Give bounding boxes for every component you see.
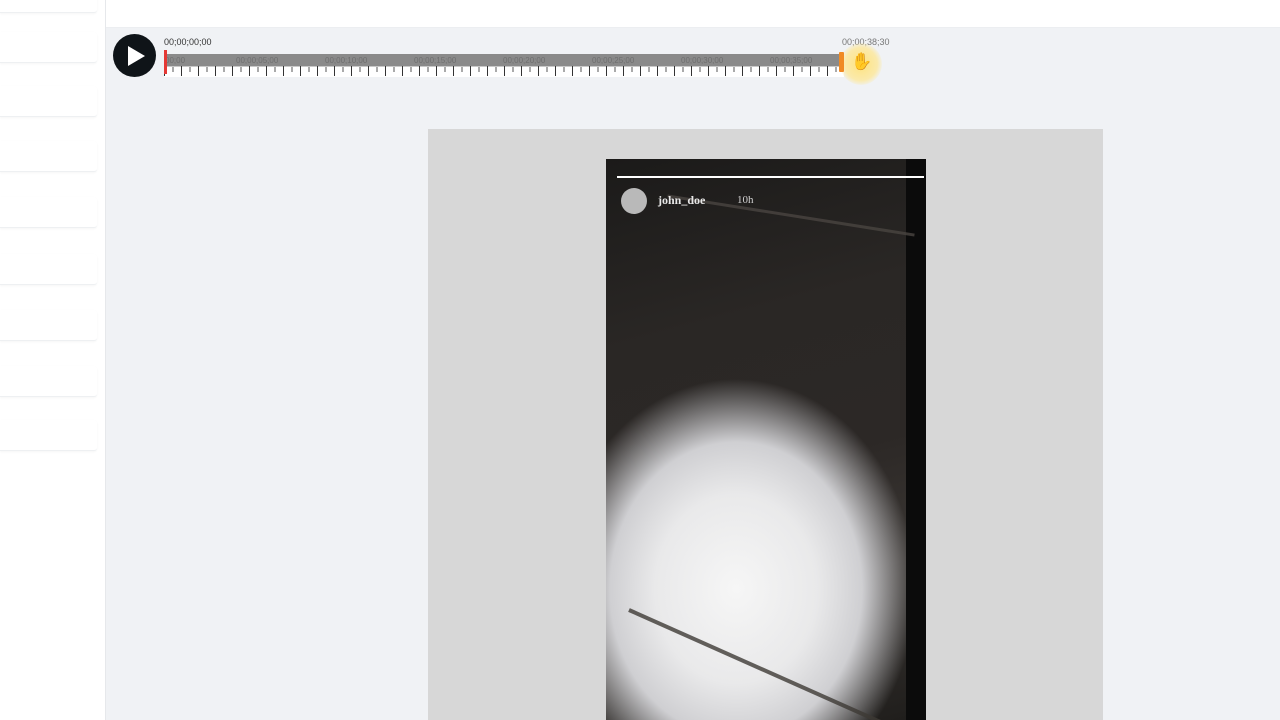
story-username: john_doe (658, 193, 706, 207)
sidebar-item[interactable] (0, 197, 97, 228)
sidebar-item[interactable] (0, 310, 97, 341)
playhead[interactable] (164, 50, 167, 74)
sidebar-item[interactable] (0, 86, 97, 117)
sidebar-item[interactable] (0, 366, 97, 397)
sidebar-item[interactable] (0, 420, 97, 451)
story-video (606, 159, 915, 720)
video-detail (628, 608, 904, 720)
left-sidebar (0, 0, 106, 720)
sidebar-item[interactable] (0, 32, 97, 63)
timeline-start-time: 00;00;00;00 (164, 37, 212, 47)
timeline-tick-label: 00;00;35;00 (770, 56, 813, 65)
timeline-tick-label: 00;00;25;00 (592, 56, 635, 65)
story-time-ago: 10h (737, 194, 754, 206)
play-icon (128, 46, 145, 66)
timeline-tick-label: 00;00;05;00 (236, 56, 279, 65)
avatar (621, 188, 647, 214)
top-bar (106, 0, 1280, 28)
timeline-tick-label: 00;00;20;00 (503, 56, 546, 65)
sidebar-item[interactable] (0, 254, 97, 285)
trim-end-handle[interactable] (839, 52, 844, 72)
play-button[interactable] (113, 34, 156, 77)
timeline-tick-label: 00;00;10;00 (325, 56, 368, 65)
timeline-ruler-major-ticks (164, 66, 844, 76)
story-progress-fill (617, 176, 924, 178)
sidebar-item[interactable] (0, 0, 97, 13)
timeline-tick-label: 00;00 (165, 56, 186, 65)
timeline-tick-label: 00;00;15;00 (414, 56, 457, 65)
timeline-tick-label: 00;00;30;00 (681, 56, 724, 65)
sidebar-item[interactable] (0, 141, 97, 172)
story-progress-bar (617, 176, 924, 178)
story-preview: john_doe 10h (606, 159, 926, 720)
hand-grab-icon: ✋ (851, 52, 873, 71)
